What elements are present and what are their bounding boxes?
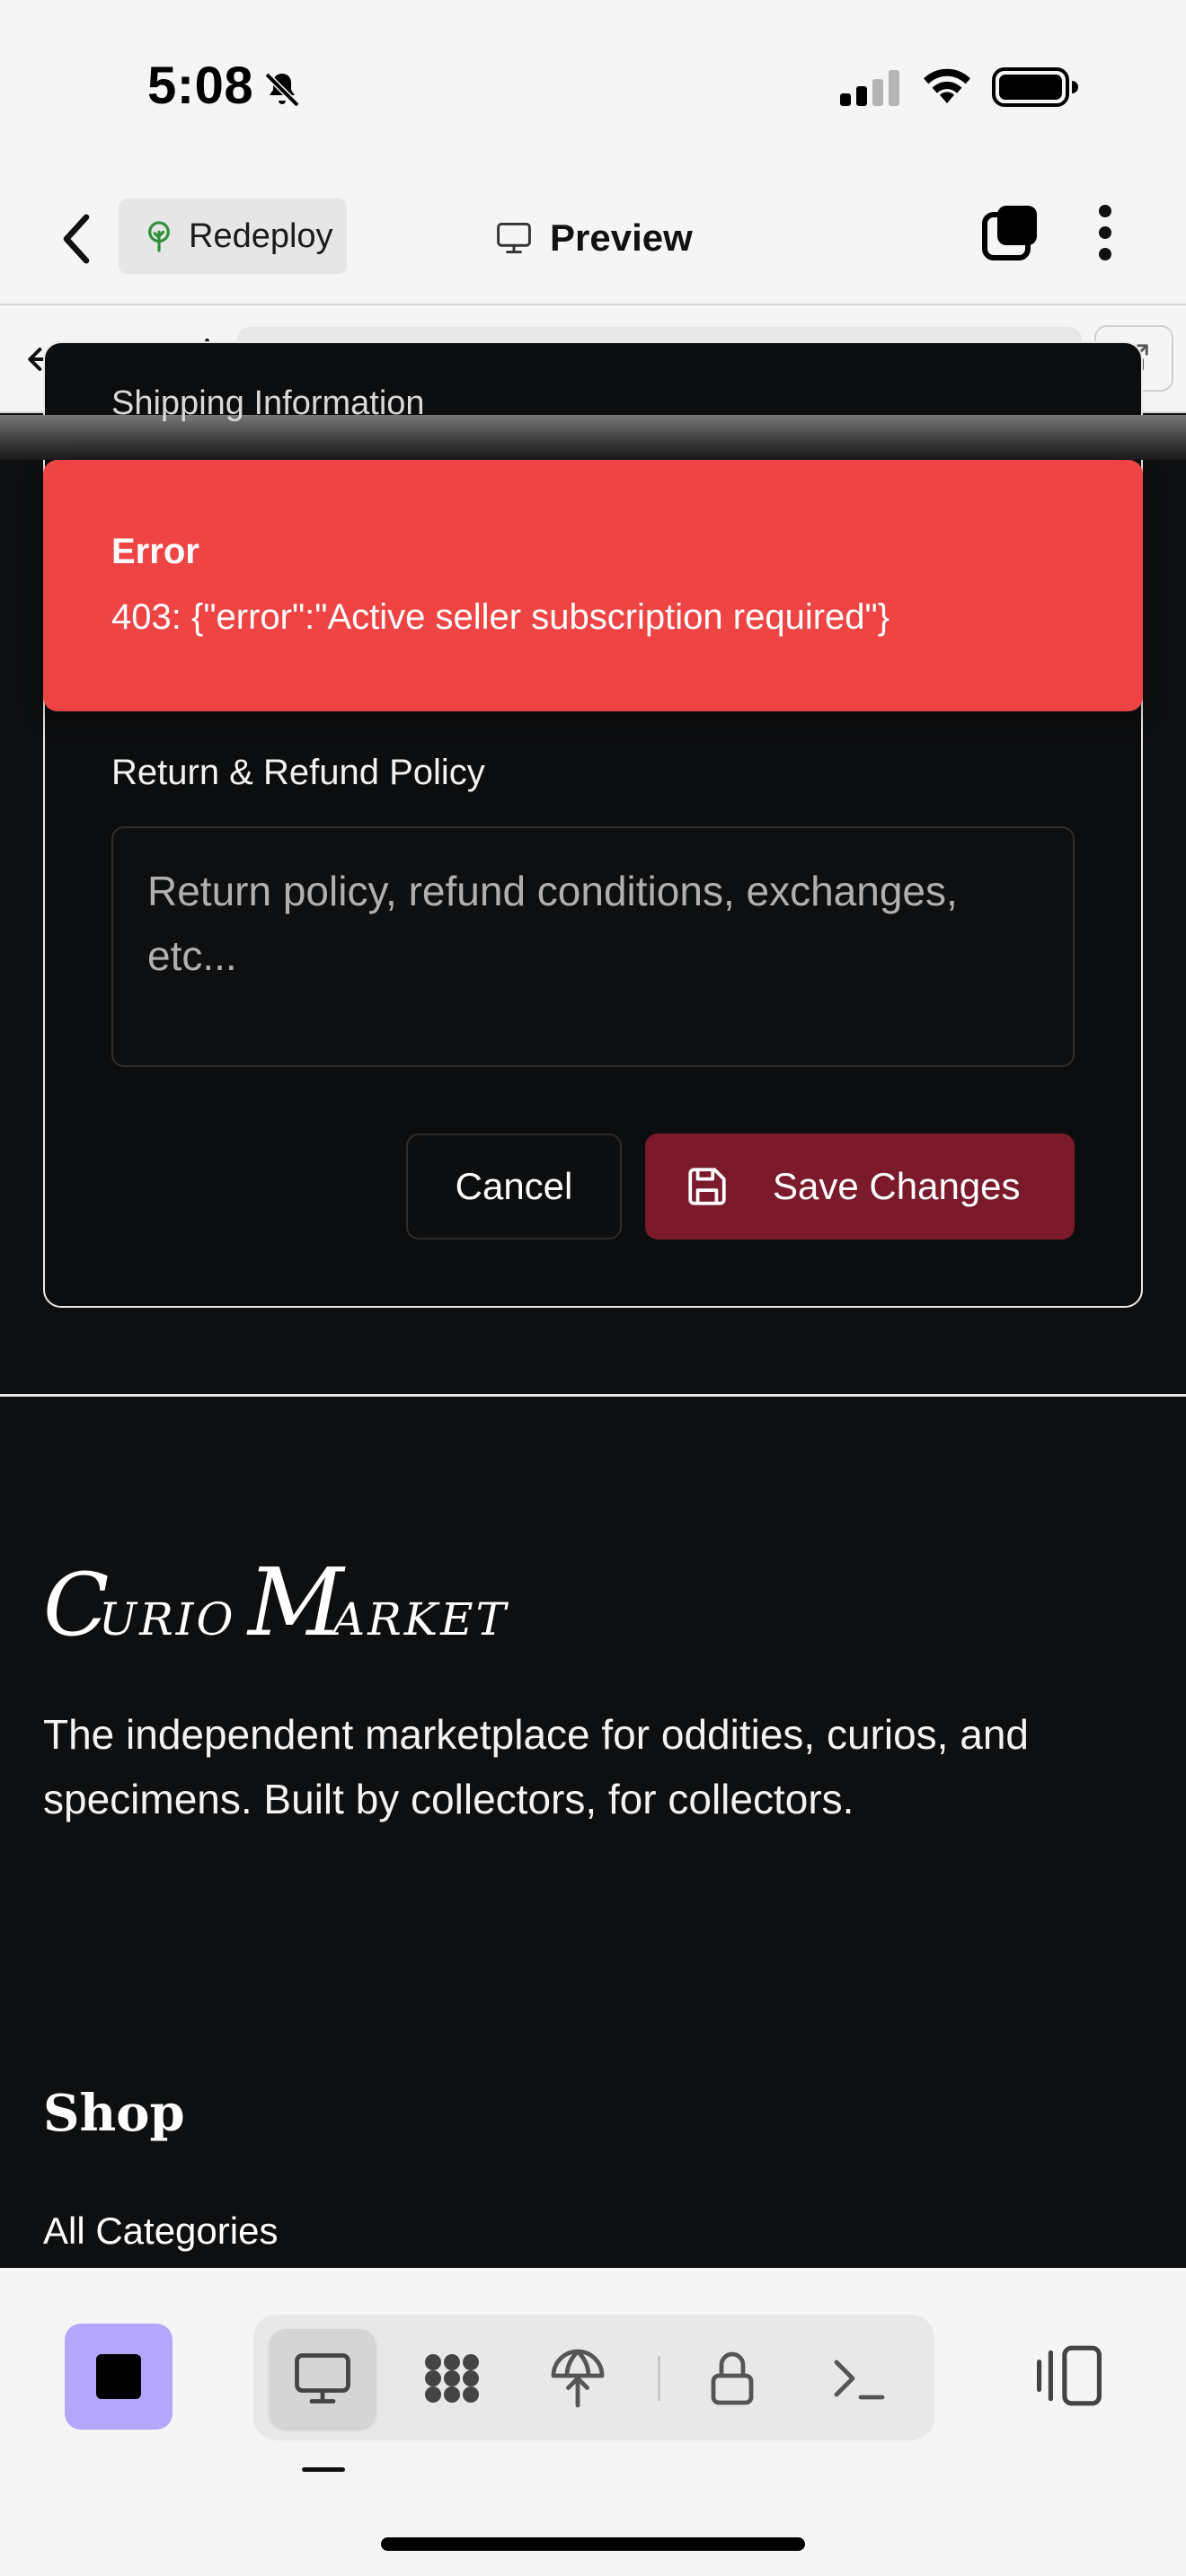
redeploy-label: Redeploy <box>189 216 333 255</box>
return-policy-textarea[interactable]: Return policy, refund conditions, exchan… <box>111 826 1075 1067</box>
preview-title[interactable]: Preview <box>494 211 693 265</box>
tree-icon <box>148 221 170 252</box>
footer-divider <box>0 1394 1186 1397</box>
deploy-icon <box>551 2349 605 2408</box>
stop-button[interactable] <box>65 2324 173 2430</box>
all-categories-link[interactable]: All Categories <box>43 2210 278 2253</box>
shop-heading: Shop <box>43 2084 185 2143</box>
apps-grid-icon <box>425 2354 479 2403</box>
lock-icon <box>711 2351 754 2405</box>
error-toast[interactable]: Error 403: {"error":"Active seller subsc… <box>43 460 1143 711</box>
save-changes-button[interactable]: Save Changes <box>645 1134 1075 1239</box>
more-vertical-icon[interactable] <box>1087 200 1123 265</box>
error-title: Error <box>111 532 199 571</box>
battery-icon <box>992 67 1078 107</box>
terminal-icon <box>834 2360 885 2400</box>
app-header: Redeploy Preview <box>0 175 1186 305</box>
stop-square-icon <box>96 2354 141 2399</box>
tool-group <box>253 2315 934 2440</box>
monitor-icon <box>497 222 531 254</box>
tool-secrets[interactable] <box>679 2329 785 2428</box>
footer-tagline: The independent marketplace for oddities… <box>43 1711 1029 1822</box>
error-message: 403: {"error":"Active seller subscriptio… <box>111 597 890 637</box>
status-time: 5:08 <box>147 57 254 115</box>
save-floppy-icon <box>688 1168 726 1205</box>
wifi-icon <box>924 68 970 103</box>
curio-market-logo[interactable]: C URIO M ARKET <box>43 1548 546 1657</box>
tool-deploy[interactable] <box>525 2329 631 2428</box>
bell-slash-icon <box>263 71 301 109</box>
svg-text:M: M <box>246 1554 346 1653</box>
tabs-switcher-icon[interactable] <box>981 204 1039 261</box>
redeploy-button[interactable]: Redeploy <box>119 198 347 274</box>
preview-label: Preview <box>550 216 693 259</box>
svg-text:ARKET: ARKET <box>329 1593 509 1645</box>
svg-text:URIO: URIO <box>99 1593 236 1645</box>
back-chevron-icon[interactable] <box>56 209 97 269</box>
tool-shell[interactable] <box>805 2329 911 2428</box>
bottom-toolbar <box>0 2268 1186 2576</box>
home-indicator[interactable] <box>381 2537 805 2551</box>
curio-market-wordmark: C URIO M ARKET <box>43 1548 509 1657</box>
save-changes-label: Save Changes <box>773 1165 1021 1207</box>
cellular-signal-icon <box>840 70 899 106</box>
tool-preview[interactable] <box>270 2329 376 2428</box>
tool-separator <box>658 2356 660 2401</box>
cancel-button[interactable]: Cancel <box>406 1134 622 1239</box>
shipping-information-heading: Shipping Information <box>111 384 425 422</box>
status-bar: 5:08 <box>0 0 1186 175</box>
return-policy-label: Return & Refund Policy <box>111 753 485 792</box>
tool-apps[interactable] <box>399 2329 505 2428</box>
active-tool-indicator <box>302 2467 345 2472</box>
monitor-icon <box>295 2353 350 2404</box>
panel-toggle-icon[interactable] <box>1033 2343 1105 2408</box>
